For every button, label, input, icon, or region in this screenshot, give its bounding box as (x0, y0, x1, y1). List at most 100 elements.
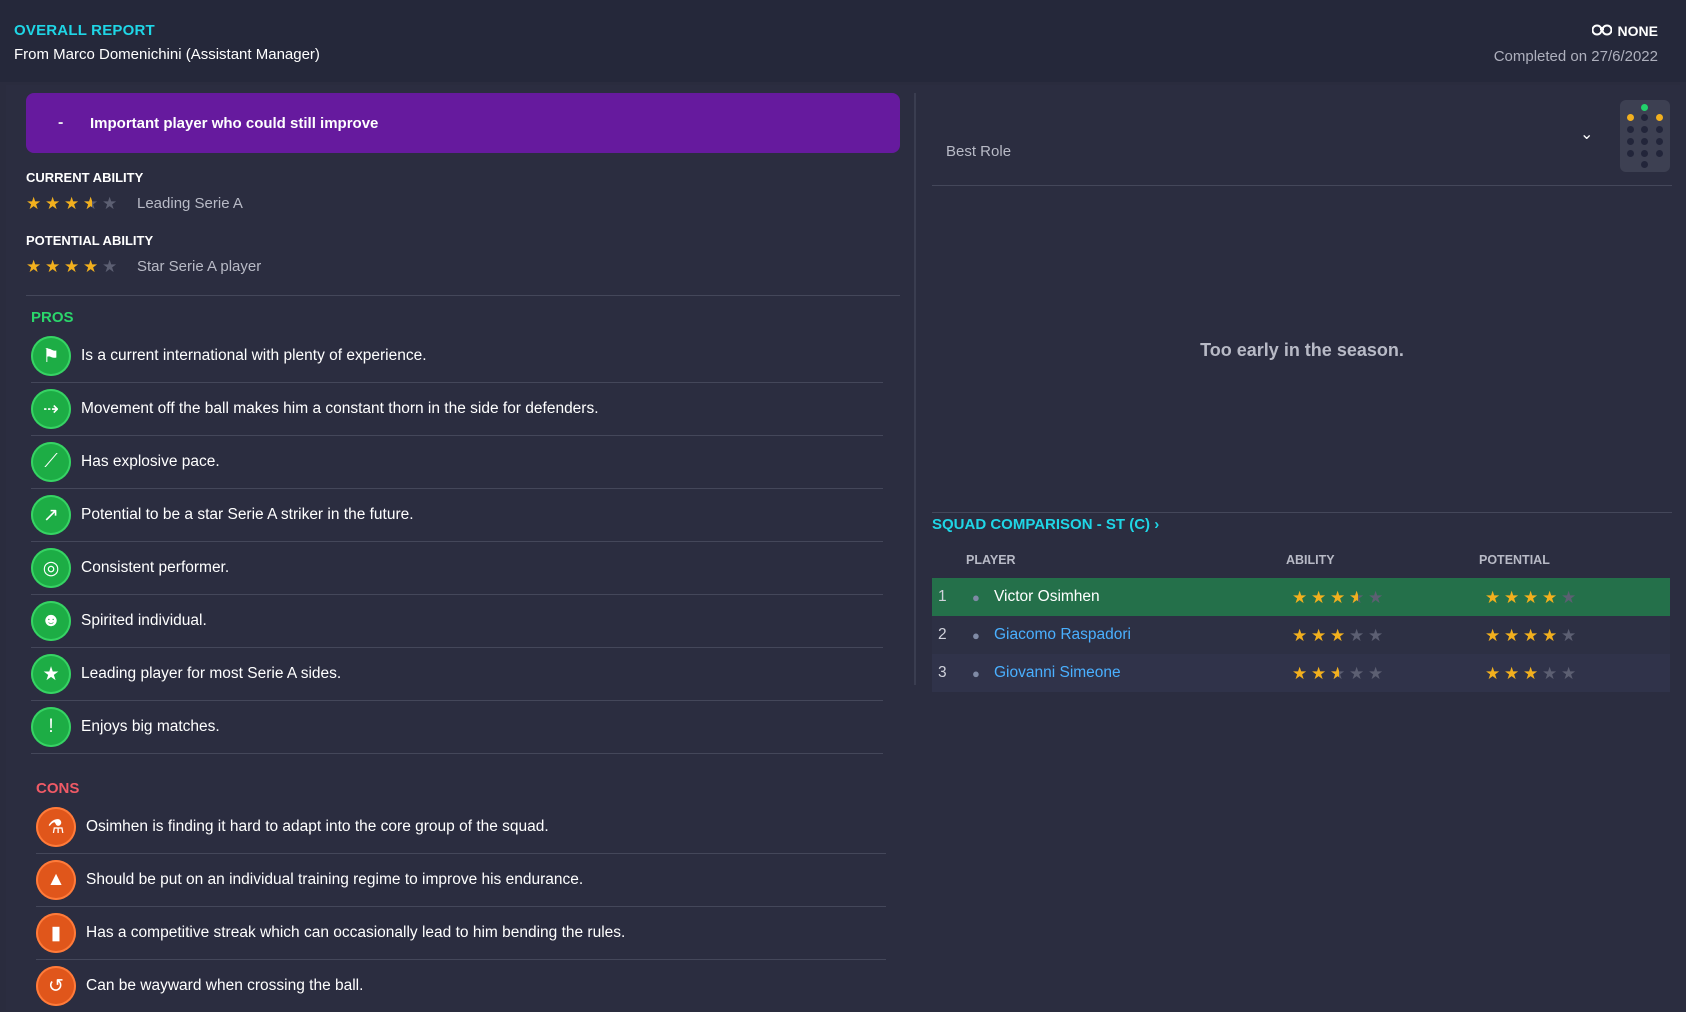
pro-item: ! Enjoys big matches. (31, 701, 883, 754)
banner-text: Important player who could still improve (90, 114, 379, 132)
ability-stars: ★ ★ ★ ★ ★ (1292, 627, 1485, 644)
star-icon: ★ (1368, 663, 1384, 683)
cross-ball-icon: ↺ (36, 966, 76, 1006)
star-icon: ★ (1311, 625, 1327, 645)
pro-item: ☻ Spirited individual. (31, 595, 883, 648)
con-item: ▲ Should be put on an individual training… (36, 854, 886, 907)
scout-status-label: NONE (1617, 22, 1658, 39)
report-author: From Marco Domenichini (Assistant Manage… (14, 46, 320, 63)
training-icon: ▲ (36, 860, 76, 900)
star-icon: ★ (1561, 625, 1577, 645)
cons-title: CONS (36, 780, 80, 797)
person-icon: ● (972, 665, 980, 681)
player-name[interactable]: Victor Osimhen (994, 588, 1292, 606)
completed-date: Completed on 27/6/2022 (1493, 48, 1658, 65)
divider (932, 512, 1672, 513)
star-icon: ★ (1542, 625, 1558, 645)
current-ability-stars: ★ ★ ★ ★ ★ (26, 195, 119, 212)
pro-item: ★ Leading player for most Serie A sides. (31, 648, 883, 701)
star-icon: ★ (1485, 587, 1501, 607)
table-row[interactable]: 1 ● Victor Osimhen ★ ★ ★ ★ ★ ★ ★ ★ ★ ★ (932, 578, 1670, 616)
star-icon: ★ (64, 257, 80, 276)
binoculars-icon (1591, 22, 1613, 39)
player-name[interactable]: Giovanni Simeone (994, 664, 1292, 682)
star-icon: ★ (1292, 625, 1308, 645)
star-icon: ★ (1311, 663, 1327, 683)
summary-banner: - Important player who could still impro… (26, 93, 900, 153)
star-icon: ★ (1349, 589, 1366, 606)
col-potential: POTENTIAL (1479, 553, 1550, 567)
star-icon: ★ (1523, 587, 1539, 607)
squad-table-header: PLAYER ABILITY POTENTIAL (932, 550, 1670, 580)
star-icon: ★ (26, 194, 42, 213)
squad-comparison-link[interactable]: SQUAD COMPARISON - ST (C) › (932, 516, 1159, 533)
current-ability-row: ★★★★★ Leading Serie A (26, 195, 243, 212)
big-match-icon: ! (31, 707, 71, 747)
ability-stars: ★ ★ ★ ★ ★ (1292, 665, 1485, 682)
star-icon: ★ (45, 194, 61, 213)
boot-icon: ⟋ (31, 442, 71, 482)
chevron-down-icon[interactable]: ⌄ (1580, 124, 1593, 144)
star-icon: ★ (1504, 663, 1520, 683)
col-ability: ABILITY (1286, 553, 1335, 567)
star-icon: ★ (1523, 663, 1539, 683)
banner-dash: - (58, 114, 64, 131)
star-icon: ★ (1292, 663, 1308, 683)
star-icon: ★ (1349, 663, 1365, 683)
potential-stars: ★ ★ ★ ★ ★ (1485, 665, 1578, 682)
star-icon: ★ (1330, 625, 1346, 645)
star-icon: ★ (1368, 625, 1384, 645)
player-name[interactable]: Giacomo Raspadori (994, 626, 1292, 644)
divider (26, 295, 900, 296)
star-icon: ★ (83, 257, 99, 276)
star-icon: ★ (102, 194, 118, 213)
current-ability-text: Leading Serie A (137, 195, 243, 212)
report-title: OVERALL REPORT (14, 22, 155, 39)
flask-icon: ⚗ (36, 807, 76, 847)
star-icon: ★ (1542, 663, 1558, 683)
target-icon: ◎ (31, 548, 71, 588)
star-icon: ★ (1504, 587, 1520, 607)
potential-ability-text: Star Serie A player (137, 258, 262, 275)
ability-stars: ★ ★ ★ ★ ★ (1292, 589, 1485, 606)
pros-list: ⚑ Is a current international with plenty … (31, 330, 883, 754)
pros-title: PROS (31, 309, 74, 326)
star-icon: ★ (26, 257, 42, 276)
star-icon: ★ (1349, 625, 1365, 645)
star-icon: ★ (1330, 665, 1347, 682)
star-icon: ★ (1485, 625, 1501, 645)
star-icon: ★ (1561, 587, 1577, 607)
star-icon: ★ (1311, 587, 1327, 607)
head-icon: ☻ (31, 601, 71, 641)
current-ability-label: CURRENT ABILITY (26, 170, 144, 185)
potential-ability-row: ★ ★ ★ ★ ★ Star Serie A player (26, 258, 261, 275)
star-icon: ★ (1485, 663, 1501, 683)
squad-comparison-title: SQUAD COMPARISON - ST (C) (932, 516, 1151, 533)
con-item: ▮ Has a competitive streak which can occa… (36, 907, 886, 960)
potential-ability-stars: ★ ★ ★ ★ ★ (26, 258, 119, 275)
pro-item: ⇢ Movement off the ball makes him a const… (31, 383, 883, 436)
col-player: PLAYER (966, 553, 1016, 567)
potential-stars: ★ ★ ★ ★ ★ (1485, 627, 1578, 644)
star-icon: ★ (1292, 587, 1308, 607)
potential-ability-label: POTENTIAL ABILITY (26, 233, 154, 248)
best-role-select[interactable]: Best Role (946, 143, 1011, 160)
person-icon: ● (972, 589, 980, 605)
table-row[interactable]: 2 ● Giacomo Raspadori ★ ★ ★ ★ ★ ★ ★ ★ ★ ★ (932, 616, 1670, 654)
con-item: ⚗ Osimhen is finding it hard to adapt int… (36, 801, 886, 854)
pro-item: ↗ Potential to be a star Serie A striker … (31, 489, 883, 542)
header-bar (0, 0, 1686, 82)
column-divider (914, 93, 916, 685)
scout-status[interactable]: NONE (1591, 22, 1658, 39)
formation-pitch-icon[interactable] (1620, 100, 1670, 172)
star-icon: ★ (31, 654, 71, 694)
star-icon: ★ (45, 257, 61, 276)
pro-item: ◎ Consistent performer. (31, 542, 883, 595)
flag-icon: ⚑ (31, 336, 71, 376)
table-row[interactable]: 3 ● Giovanni Simeone ★ ★ ★ ★ ★ ★ ★ ★ ★ ★ (932, 654, 1670, 692)
divider (932, 185, 1672, 186)
star-icon: ★ (1368, 587, 1384, 607)
potential-stars: ★ ★ ★ ★ ★ (1485, 589, 1578, 606)
con-item: ↺ Can be wayward when crossing the ball. (36, 960, 886, 1012)
star-icon: ★ (1330, 587, 1346, 607)
